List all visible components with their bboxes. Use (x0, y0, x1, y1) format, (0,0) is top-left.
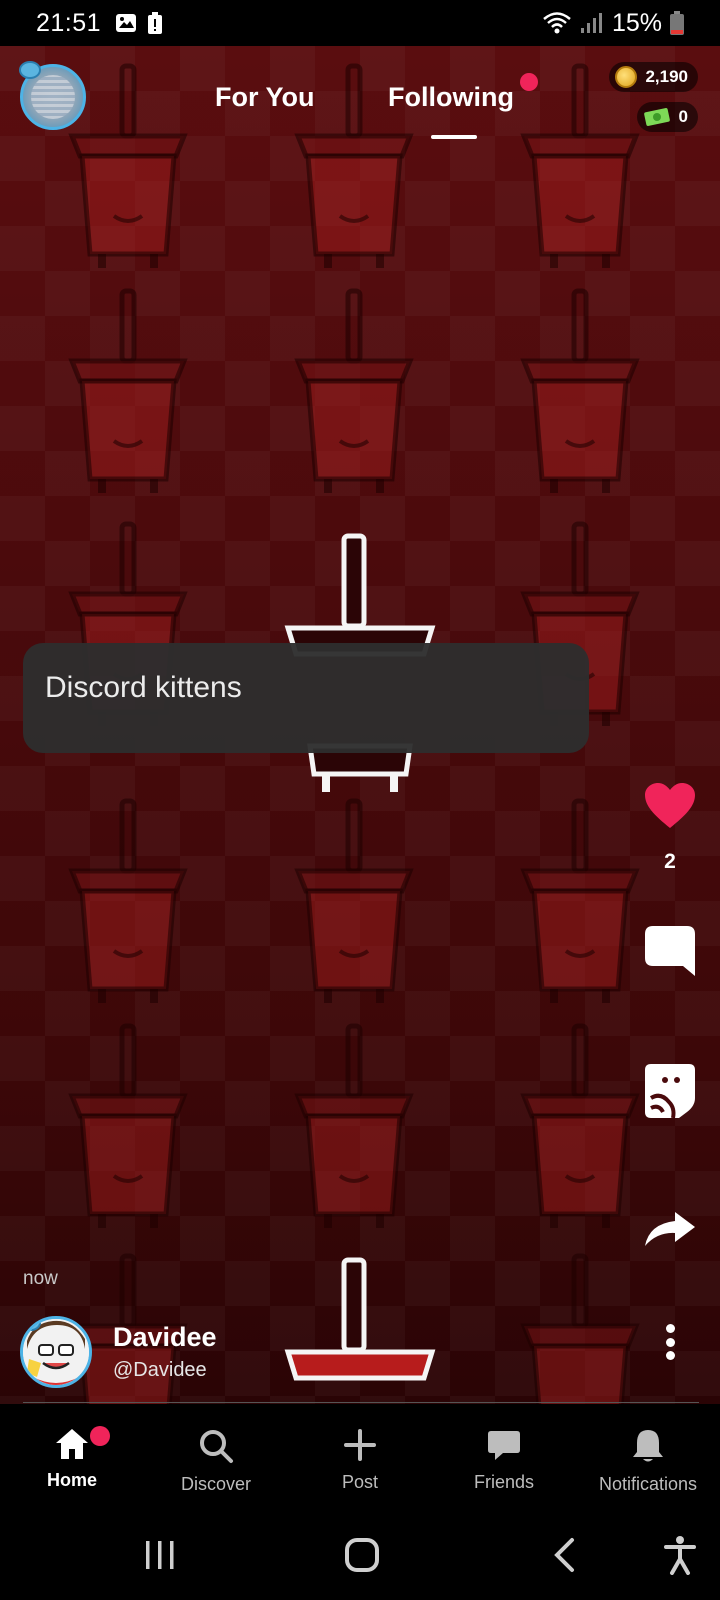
accessibility-icon (664, 1536, 696, 1575)
home-notification-dot (90, 1426, 110, 1446)
author-handle[interactable]: @Davidee (113, 1359, 207, 1382)
heart-icon (645, 783, 695, 828)
back-icon (554, 1538, 574, 1572)
nav-friends-label: Friends (473, 1472, 535, 1492)
coins-count: 2,190 (645, 67, 688, 86)
bell-icon (633, 1430, 663, 1462)
more-options-button[interactable] (654, 1322, 686, 1362)
plus-icon (344, 1429, 376, 1461)
feed-tabs: For You Following (0, 73, 720, 140)
wifi-icon (543, 12, 571, 34)
divider (23, 1402, 699, 1403)
chat-icon (488, 1431, 520, 1460)
nav-home[interactable]: Home (0, 1404, 144, 1510)
cash-icon (643, 108, 670, 126)
status-notification-icons (115, 12, 163, 34)
more-dot-icon (665, 1337, 675, 1347)
system-navigation-bar (0, 1510, 720, 1600)
like-count: 2 (664, 850, 676, 873)
nav-post[interactable]: Post (288, 1404, 432, 1510)
recent-apps-button[interactable] (130, 1510, 190, 1600)
nav-notifications-label: Notifications (598, 1474, 698, 1494)
share-button[interactable] (640, 1210, 700, 1248)
cash-count: 0 (678, 107, 688, 126)
status-right: 15% (542, 9, 684, 38)
comment-button[interactable] (640, 924, 700, 978)
more-dot-icon (665, 1324, 675, 1333)
post-time: now (23, 1268, 58, 1289)
home-square-icon (345, 1538, 379, 1572)
coin-icon (615, 66, 638, 88)
home-icon (56, 1429, 88, 1459)
author-avatar[interactable] (20, 1316, 92, 1388)
share-icon (645, 1212, 695, 1246)
caption-text: Discord kittens (45, 671, 242, 704)
tab-following[interactable]: Following (388, 82, 514, 113)
battery-percent: 15% (611, 8, 662, 37)
search-icon (200, 1430, 233, 1463)
status-time: 21:51 (36, 8, 102, 37)
coins-balance[interactable]: 2,190 (609, 62, 698, 92)
nav-post-label: Post (341, 1472, 379, 1492)
comment-icon (645, 926, 695, 976)
nav-friends[interactable]: Friends (432, 1404, 576, 1510)
like-button[interactable]: 2 (640, 782, 700, 874)
nav-home-label: Home (46, 1470, 97, 1490)
recent-apps-icon (146, 1541, 174, 1569)
active-tab-indicator (431, 135, 477, 139)
post-caption[interactable]: Discord kittens (23, 643, 589, 753)
gallery-notification-icon (116, 14, 137, 32)
home-system-button[interactable] (332, 1510, 392, 1600)
bottom-navigation: Home Discover Post Friends Notifications (0, 1404, 720, 1510)
tab-for-you[interactable]: For You (215, 82, 315, 113)
battery-icon (670, 11, 684, 35)
nav-notifications[interactable]: Notifications (576, 1404, 720, 1510)
author-name[interactable]: Davidee (113, 1322, 217, 1353)
nav-discover-label: Discover (180, 1474, 251, 1494)
accessibility-button[interactable] (650, 1510, 710, 1600)
sticker-button[interactable] (640, 1062, 700, 1120)
battery-alert-icon (148, 12, 163, 34)
sticker-icon (645, 1064, 695, 1119)
avatar-badge-icon (19, 61, 41, 79)
signal-icon (580, 13, 602, 33)
status-bar: 21:51 15% (0, 0, 720, 46)
more-dot-icon (665, 1351, 675, 1360)
cash-balance[interactable]: 0 (636, 102, 698, 132)
nav-discover[interactable]: Discover (144, 1404, 288, 1510)
following-notification-dot (520, 73, 538, 91)
back-button[interactable] (534, 1510, 594, 1600)
